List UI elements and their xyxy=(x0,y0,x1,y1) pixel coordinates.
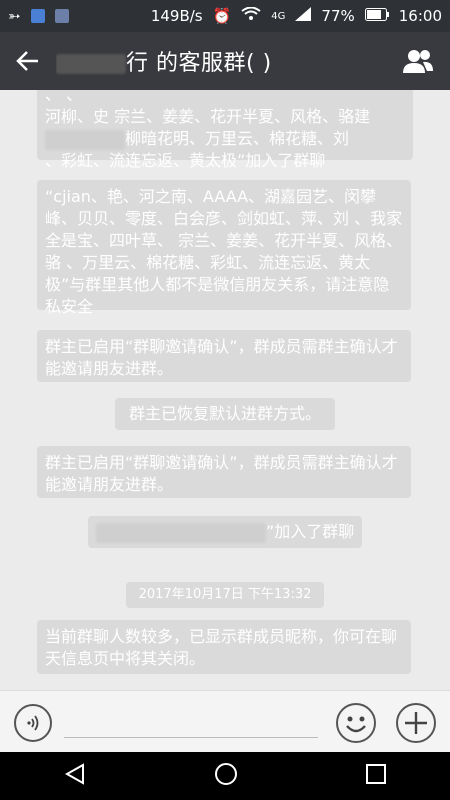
system-nav-bar xyxy=(0,752,450,800)
title-bar: 行 的客服群( ) xyxy=(0,32,450,90)
plus-icon xyxy=(405,712,427,734)
group-members-icon xyxy=(403,50,433,73)
notice-line: 、彩虹、流连忘返、黄太极”加入了群聊 xyxy=(45,151,326,170)
system-notice-joined: 、 、 河柳、史 宗兰、姜姜、花开半夏、风格、骆建 柳暗花明、万里云、棉花糖、刘… xyxy=(37,90,413,170)
notice-text: 当前群聊人数较多，已显示群成员昵称，你可在聊天信息页中将其关闭。 xyxy=(45,627,398,668)
back-button[interactable] xyxy=(0,32,56,90)
status-right: 149B/s ⏰ 4G 77% 16:00 xyxy=(150,6,442,25)
chat-area[interactable]: 、 、 河柳、史 宗兰、姜姜、花开半夏、风格、骆建 柳暗花明、万里云、棉花糖、刘… xyxy=(0,90,450,690)
input-bar xyxy=(0,690,450,752)
nav-recents-icon xyxy=(365,764,386,784)
notice-text: 群主已启用“群聊邀请确认”，群成员需群主确认才能邀请朋友进群。 xyxy=(45,453,398,494)
system-notice-member-joined: ”加入了群聊 xyxy=(88,516,362,548)
signal-icon xyxy=(295,7,312,25)
voice-icon xyxy=(27,715,39,731)
system-notice-invite-confirm: 群主已启用“群聊邀请确认”，群成员需群主确认才能邀请朋友进群。 xyxy=(37,330,411,382)
notice-text: 群主已恢复默认进群方式。 xyxy=(128,404,321,423)
wifi-icon xyxy=(241,6,261,25)
system-notice-nickname: 当前群聊人数较多，已显示群成员昵称，你可在聊天信息页中将其关闭。 xyxy=(37,620,411,674)
blurred-member-name xyxy=(96,522,266,543)
notice-line: 柳暗花明、万里云、棉花糖、刘 xyxy=(45,128,405,150)
alarm-icon: ⏰ xyxy=(212,7,232,25)
status-bar: ➳ 149B/s ⏰ 4G 77% 16:00 xyxy=(0,0,450,32)
system-notice-invite-confirm-2: 群主已启用“群聊邀请确认”，群成员需群主确认才能邀请朋友进群。 xyxy=(37,446,411,498)
status-left: ➳ xyxy=(8,7,69,25)
timestamp: 2017年10月17日 下午13:32 xyxy=(126,582,324,608)
emoji-button[interactable] xyxy=(336,703,376,743)
network-speed: 149B/s xyxy=(150,7,203,25)
nav-home-button[interactable] xyxy=(214,762,238,790)
notice-line: 、 、 xyxy=(45,90,83,104)
system-notice-restored: 群主已恢复默认进群方式。 xyxy=(115,398,335,430)
back-arrow-icon xyxy=(16,51,38,71)
battery-icon xyxy=(364,7,389,25)
notice-line: 河柳、史 宗兰、姜姜、花开半夏、风格、骆建 xyxy=(45,107,371,126)
nav-home-icon xyxy=(214,763,237,785)
notice-line-text: 柳暗花明、万里云、棉花糖、刘 xyxy=(125,129,350,148)
app-notification-icon xyxy=(30,9,45,23)
chat-title-text: 行 的客服群( ) xyxy=(126,51,272,76)
nav-back-button[interactable] xyxy=(63,762,87,790)
emoji-icon xyxy=(346,716,366,733)
nav-back-icon xyxy=(65,763,85,785)
system-notice-privacy: “cjian、艳、河之南、AAAA、湖嘉园艺、闵攀峰、贝贝、零度、白会彦、剑如虹… xyxy=(37,180,411,316)
tv-app-icon xyxy=(54,9,69,23)
timestamp-text: 2017年10月17日 下午13:32 xyxy=(138,587,312,602)
voice-button[interactable] xyxy=(14,704,52,742)
nav-recents-button[interactable] xyxy=(365,763,387,789)
bird-app-icon: ➳ xyxy=(8,7,21,25)
plus-button[interactable] xyxy=(396,703,436,743)
clock: 16:00 xyxy=(398,7,442,25)
network-type: 4G xyxy=(271,10,286,22)
notice-text: ”加入了群聊 xyxy=(266,522,355,541)
battery-percent: 77% xyxy=(321,7,355,25)
chat-title: 行 的客服群( ) xyxy=(56,45,386,77)
message-input[interactable] xyxy=(64,737,318,738)
notice-text: “cjian、艳、河之南、AAAA、湖嘉园艺、闵攀峰、贝贝、零度、白会彦、剑如虹… xyxy=(45,187,403,316)
notice-text: 群主已启用“群聊邀请确认”，群成员需群主确认才能邀请朋友进群。 xyxy=(45,337,398,378)
group-info-button[interactable] xyxy=(386,32,450,90)
